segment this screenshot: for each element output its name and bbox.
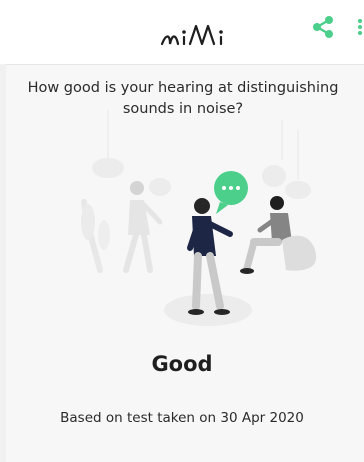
seated-person (240, 196, 317, 274)
share-icon[interactable] (308, 12, 338, 42)
more-vertical-icon[interactable] (352, 12, 364, 42)
mimi-logo (160, 24, 223, 46)
hearing-result: Good (151, 352, 213, 376)
speech-bubble-icon (214, 171, 248, 214)
test-date-text: Based on test taken on 30 Apr 2020 (60, 410, 304, 426)
background-shapes (92, 158, 311, 199)
plant-icon (81, 199, 110, 273)
conversation-illustration (81, 110, 317, 326)
app-header (0, 0, 364, 65)
